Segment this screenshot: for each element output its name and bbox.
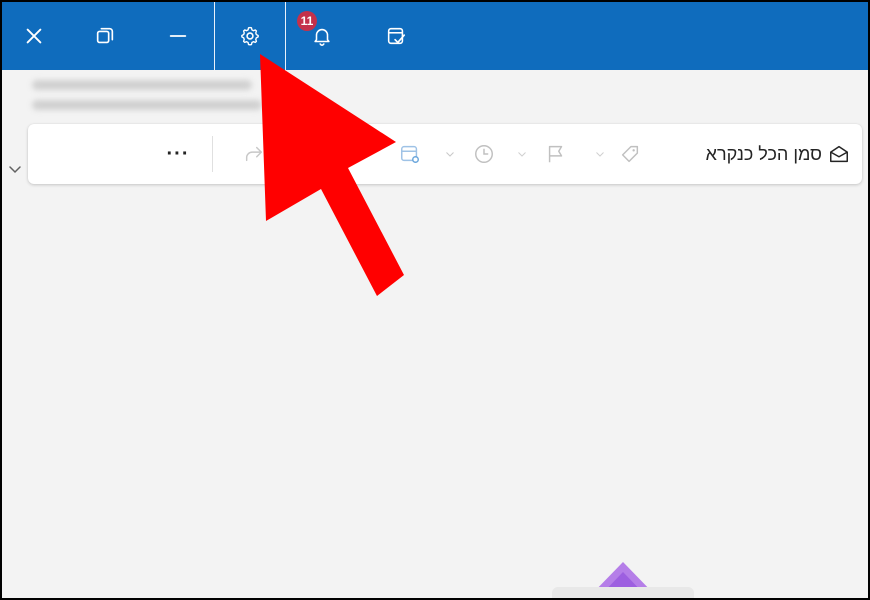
rules-button[interactable] (390, 124, 430, 184)
bell-icon (314, 28, 330, 46)
flag-button[interactable] (536, 124, 576, 184)
message-toolbar: ··· סמן הכל כנקרא (28, 124, 862, 184)
gear-icon (241, 26, 259, 46)
clock-icon (475, 145, 493, 163)
envelope-open-icon (830, 145, 848, 163)
minimize-icon (169, 35, 187, 37)
title-bar: 11 (2, 2, 868, 70)
restore-button[interactable] (72, 2, 138, 70)
mark-all-read-button[interactable]: סמן הכל כנקרא (706, 124, 850, 184)
illustration-base (552, 587, 694, 598)
chevron-down-icon[interactable] (440, 124, 460, 184)
calendar-check-icon (387, 27, 406, 45)
my-day-button[interactable] (362, 2, 430, 70)
settings-button[interactable] (214, 2, 286, 70)
chevron-down-icon[interactable] (512, 124, 532, 184)
notifications-button[interactable]: 11 (288, 2, 356, 70)
outlook-window: 11 ··· סמן הכל כנקרא (2, 2, 868, 598)
red-arrow-annotation (260, 54, 404, 296)
mark-all-read-label: סמן הכל כנקרא (705, 143, 822, 164)
blurred-text-line (32, 100, 262, 110)
forward-button[interactable] (234, 124, 274, 184)
snooze-button[interactable] (464, 124, 504, 184)
flag-icon (548, 145, 563, 163)
blurred-text-line (32, 80, 252, 90)
calendar-settings-icon (401, 145, 419, 163)
close-button[interactable] (2, 2, 66, 70)
minimize-button[interactable] (144, 2, 212, 70)
more-options-button[interactable]: ··· (162, 124, 194, 184)
chevron-down-icon[interactable] (590, 124, 610, 184)
categorize-button[interactable] (610, 124, 650, 184)
forward-icon (245, 146, 263, 162)
chevron-down-icon[interactable] (8, 162, 22, 176)
toolbar-divider (212, 136, 213, 172)
restore-icon (96, 27, 114, 44)
close-icon (26, 28, 42, 44)
tag-icon (621, 145, 639, 163)
notification-count-badge: 11 (297, 11, 317, 31)
